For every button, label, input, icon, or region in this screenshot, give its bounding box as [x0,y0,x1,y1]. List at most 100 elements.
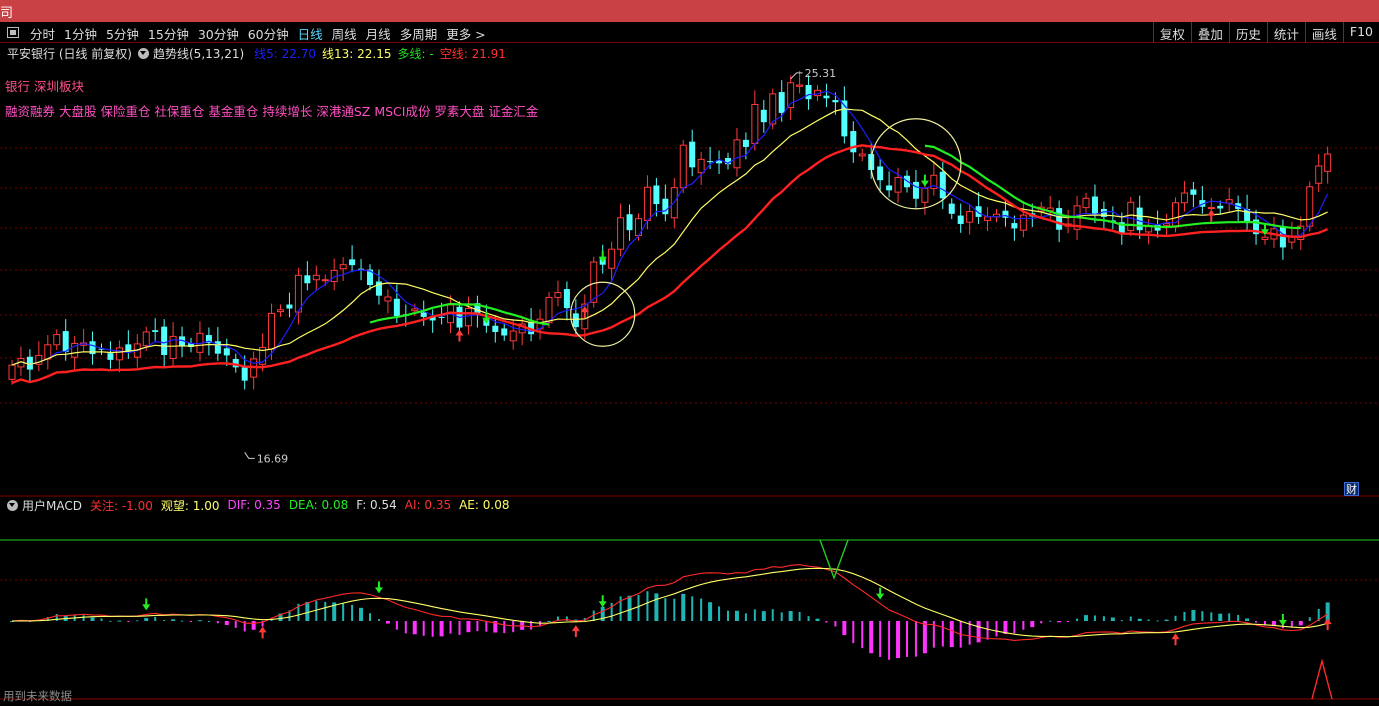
macd-signal-arrow-1 [258,626,267,639]
macd-signal-arrow-3 [571,625,580,638]
macd-bar-19 [181,620,184,622]
candle-body-132 [1190,189,1197,195]
macd-bar-85 [771,609,774,621]
macd-bar-81 [734,610,739,621]
macd-bar-60 [547,620,551,622]
macd-legend: 用户MACD 关注: -1.00 观望: 1.00 DIF: 0.35 DEA:… [7,497,517,513]
macd-bar-43 [395,621,398,630]
candle-body-17 [161,326,168,355]
macd-bar-123 [1110,617,1115,621]
candle-body-106 [957,215,964,224]
macd-bar-105 [949,621,954,648]
macd-bar-100 [906,621,908,657]
candle-body-134 [1207,207,1215,210]
macd-bar-110 [995,621,998,637]
macd-bar-130 [1174,615,1177,621]
candle-body-5 [53,334,61,346]
macd-bar-73 [664,598,667,621]
candle-body-45 [411,308,419,312]
candle-body-56 [509,330,517,342]
ma13-line [11,108,1328,366]
macd-bar-133 [1201,611,1204,621]
candle-body-113 [1019,214,1027,231]
macd-bar-138 [1245,618,1250,621]
candle-body-72 [653,185,660,205]
macd-signal-arrow-7 [1278,613,1287,626]
candle-body-145 [1306,186,1314,227]
macd-bar-41 [377,619,380,621]
candle-body-88 [796,84,804,87]
macd-bar-11 [109,620,112,622]
macd-bar-128 [1156,620,1159,622]
candle-body-75 [679,144,687,189]
candle-body-38 [349,259,356,266]
macd-bar-12 [117,620,122,622]
candle-body-61 [554,292,562,298]
candle-body-2 [26,356,33,370]
price-signal-arrow-0 [455,329,464,342]
candle-body-120 [1082,197,1090,209]
macd-bar-14 [136,620,139,622]
macd-bar-109 [986,621,989,640]
candle-body-125 [1127,201,1135,232]
macd-f: F: 0.54 [356,498,397,512]
candle-body-55 [501,328,508,336]
candle-body-63 [572,313,579,328]
finance-button[interactable]: 财 [1344,482,1359,496]
candle-body-24 [223,348,230,356]
candle-body-23 [214,341,221,354]
candle-body-127 [1145,226,1153,233]
macd-dropdown-icon[interactable] [7,499,18,511]
candle-body-69 [626,214,633,231]
macd-bar-47 [431,621,434,637]
macd-bar-94 [852,621,855,644]
candle-body-30 [277,309,284,313]
candle-body-91 [823,95,830,99]
candle-body-77 [697,158,705,174]
macd-bar-13 [127,621,130,622]
candle-body-6 [62,331,69,352]
future-data-note: 用到未来数据 [3,689,72,703]
macd-bar-87 [788,611,793,621]
candle-body-46 [420,312,427,317]
macd-bar-139 [1255,621,1258,623]
candle-body-82 [742,139,749,147]
price-signal-arrow-5 [1207,209,1216,222]
candle-body-130 [1172,202,1179,228]
candle-body-121 [1091,196,1098,215]
macd-bar-52 [476,621,479,632]
macd-bar-24 [224,621,229,625]
candle-body-117 [1056,208,1063,230]
candle-body-94 [850,131,857,153]
candle-body-29 [268,312,276,350]
macd-bar-120 [1084,615,1088,621]
candle-body-37 [339,264,347,270]
candle-body-102 [921,188,929,203]
macd-bar-80 [727,610,729,621]
macd-bar-48 [439,621,444,637]
kline-chart[interactable]: 25.31 16.69 [0,0,1379,706]
macd-dea-line [11,567,1328,638]
macd-bar-83 [753,609,756,621]
macd-ae: AE: 0.08 [459,498,510,512]
candle-body-81 [733,139,741,169]
candle-body-98 [886,185,893,191]
macd-name[interactable]: 用户MACD [22,497,82,514]
macd-bar-46 [422,621,425,636]
macd-bar-119 [1076,618,1079,621]
candle-body-11 [107,353,114,360]
macd-bar-135 [1218,613,1223,621]
macd-bar-15 [144,618,149,621]
candle-body-42 [384,296,392,302]
candle-body-71 [643,186,651,221]
candle-body-101 [912,181,919,199]
macd-bar-76 [691,596,694,621]
candle-body-76 [689,141,696,168]
macd-bar-5 [55,614,58,621]
price-signal-arrow-4 [920,174,929,187]
macd-bar-56 [512,621,515,633]
macd-bar-75 [681,593,686,621]
macd-bar-92 [834,621,837,627]
macd-bar-122 [1102,616,1105,621]
macd-bar-97 [879,621,882,658]
